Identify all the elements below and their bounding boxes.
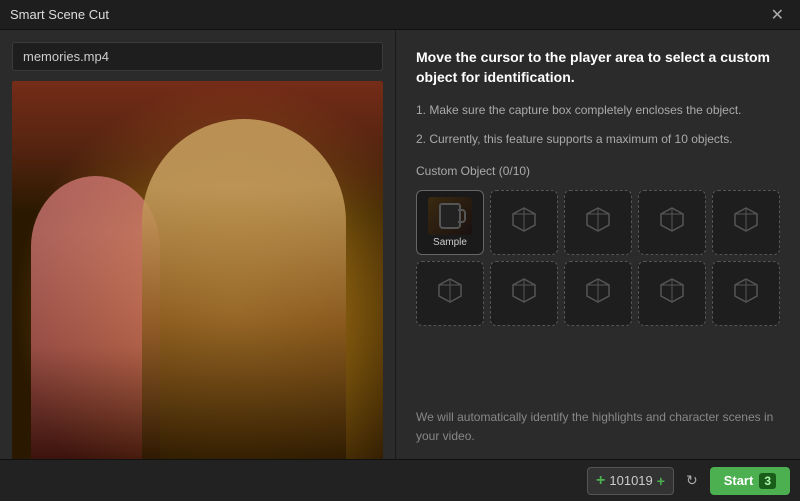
cube-icon-2 [584,205,612,239]
instruction-1: 1. Make sure the capture box completely … [416,101,780,120]
object-cell-5[interactable] [416,261,484,326]
object-cell-0[interactable]: Sample [416,190,484,255]
object-cell-8[interactable] [638,261,706,326]
sample-img [428,197,472,235]
main-content: memories.mp4 00:00:00:00 / 0 [0,30,800,501]
object-cell-3[interactable] [638,190,706,255]
left-panel: memories.mp4 00:00:00:00 / 0 [0,30,395,501]
instruction-2: 2. Currently, this feature supports a ma… [416,130,780,149]
sample-mug-icon [439,203,461,229]
object-cell-6[interactable] [490,261,558,326]
start-button[interactable]: Start 3 [710,467,790,495]
object-cell-9[interactable] [712,261,780,326]
title-bar: Smart Scene Cut ✕ [0,0,800,30]
object-cell-1[interactable] [490,190,558,255]
credits-box: + 101019 + [587,467,674,495]
credits-plus-left: + [596,472,605,490]
cube-icon-6 [510,276,538,310]
close-button[interactable]: ✕ [765,3,790,27]
video-person-side [31,176,161,461]
right-panel: Move the cursor to the player area to se… [395,30,800,501]
cube-icon-9 [732,276,760,310]
start-badge: 3 [759,473,776,489]
custom-object-label: Custom Object (0/10) [416,164,780,178]
video-person-main [142,119,346,461]
cube-icon-4 [732,205,760,239]
refresh-button[interactable]: ↻ [682,470,702,491]
bottom-note: We will automatically identify the highl… [416,408,780,446]
video-preview [12,81,383,461]
instruction-title: Move the cursor to the player area to se… [416,48,780,87]
bottom-bar: + 101019 + ↻ Start 3 [0,459,800,501]
cube-icon-3 [658,205,686,239]
object-cell-7[interactable] [564,261,632,326]
file-name: memories.mp4 [12,42,383,71]
video-bg [12,81,383,461]
app-title: Smart Scene Cut [10,7,109,22]
objects-grid: Sample [416,190,780,326]
credits-plus-right: + [657,473,665,489]
cube-icon-1 [510,205,538,239]
cube-icon-7 [584,276,612,310]
credits-number: 101019 [609,473,652,488]
sample-label: Sample [433,237,467,248]
object-cell-2[interactable] [564,190,632,255]
start-label: Start [724,473,754,488]
cube-icon-5 [436,276,464,310]
cube-icon-8 [658,276,686,310]
object-cell-4[interactable] [712,190,780,255]
